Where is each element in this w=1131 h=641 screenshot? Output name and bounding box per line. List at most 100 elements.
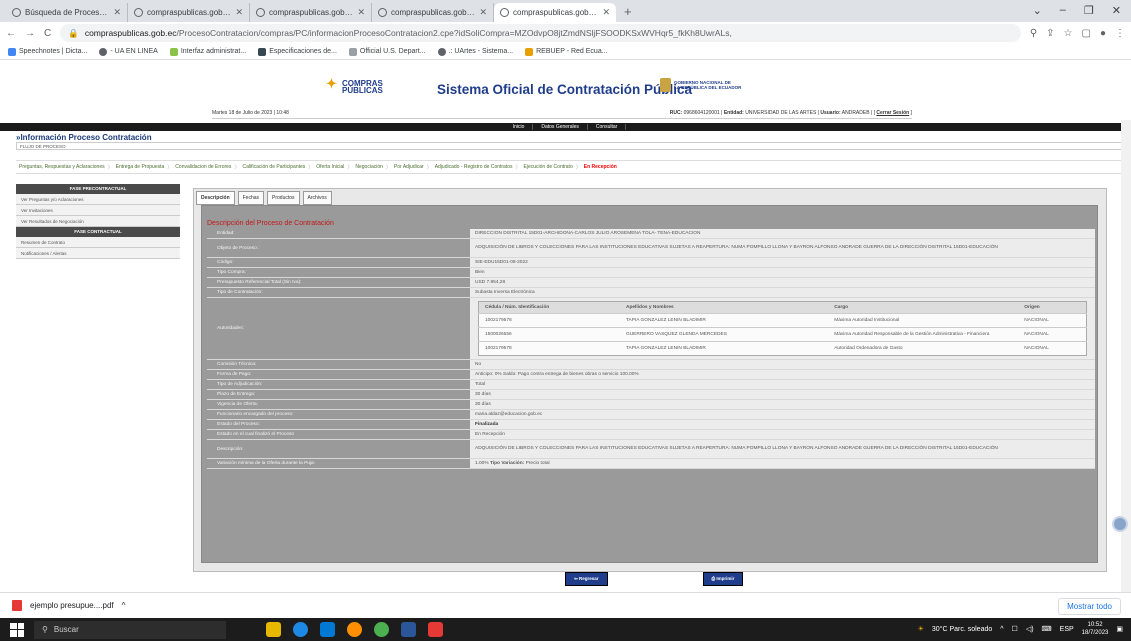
taskbar-search[interactable]: ⚲ Buscar xyxy=(34,620,226,639)
browser-tab[interactable]: compraspublicas.gob.ec/Proces ✕ xyxy=(128,3,250,22)
chevron-up-icon[interactable]: ^ xyxy=(122,601,126,610)
field-value: Finalizada xyxy=(470,420,1095,429)
language-indicator[interactable]: ESP xyxy=(1060,626,1074,633)
field-label: Tipo Compra: xyxy=(217,270,246,275)
close-icon[interactable]: ✕ xyxy=(235,7,243,18)
bookmark[interactable]: Especificaciones de... xyxy=(258,47,337,56)
table-cell: Máxima Autoridad Institucional xyxy=(828,313,1019,328)
sidepanel-icon[interactable]: ▢ xyxy=(1082,28,1091,39)
edge-icon[interactable] xyxy=(293,622,308,637)
content-area: Descripción Fechas Productos Archivos De… xyxy=(193,188,1107,572)
step[interactable]: Adjudicado - Registro de Contratos xyxy=(432,164,516,170)
clock-date: 18/7/2023 xyxy=(1081,630,1109,636)
new-tab-button[interactable]: + xyxy=(616,4,640,22)
sidebar-item[interactable]: Ver Invitaciones xyxy=(16,205,180,216)
acrobat-icon[interactable] xyxy=(428,622,443,637)
bookmark[interactable]: REBUEP - Red Ecua... xyxy=(525,47,608,56)
browser-tab[interactable]: compraspublicas.gob.ec/Proces ✕ xyxy=(372,3,494,22)
step[interactable]: Ejecución de Contrato xyxy=(521,164,576,170)
notifications-icon[interactable]: ▣ xyxy=(1116,625,1123,633)
tab-fechas[interactable]: Fechas xyxy=(237,191,265,205)
close-icon[interactable]: ✕ xyxy=(479,7,487,18)
print-button[interactable]: ⎙ Imprimir xyxy=(702,572,744,586)
globe-icon xyxy=(437,47,446,56)
clock[interactable]: 10:52 18/7/2023 xyxy=(1082,621,1109,637)
bookmark[interactable]: - UA EN LINEA xyxy=(99,47,158,56)
field-row: Vigencia de Oferta: 30 días xyxy=(207,400,1095,410)
close-icon[interactable]: ✕ xyxy=(113,7,121,18)
tab-productos[interactable]: Productos xyxy=(267,191,300,205)
step[interactable]: Entrega de Propuesta xyxy=(113,164,168,170)
url-host: compraspublicas.gob.ec xyxy=(84,28,177,38)
weather-icon[interactable]: ☀ xyxy=(918,625,924,633)
file-explorer-icon[interactable] xyxy=(266,622,281,637)
zoom-icon[interactable]: ⚲ xyxy=(1030,28,1037,39)
download-file[interactable]: ejemplo presupue....pdf xyxy=(30,601,114,610)
minimize-icon[interactable]: – xyxy=(1060,4,1066,17)
outlook-icon[interactable] xyxy=(320,622,335,637)
table-cell: NACIONAL xyxy=(1018,327,1087,342)
step-current[interactable]: En Recepción xyxy=(581,164,620,170)
step[interactable]: Preguntas, Respuestas y Aclaraciones xyxy=(16,164,108,170)
step[interactable]: Por Adjudicar xyxy=(391,164,427,170)
tab-label: compraspublicas.gob.ec/Proces xyxy=(269,8,353,17)
back-button[interactable]: ⇦ Regresar xyxy=(565,572,608,586)
chrome-icon[interactable] xyxy=(374,622,389,637)
globe-icon xyxy=(256,8,265,17)
table-cell: TAPIA GONZALEZ LENIN BLADIMIR xyxy=(619,341,829,356)
field-row: Funcionario encargado del proceso: maria.… xyxy=(207,410,1095,420)
lock-icon[interactable]: 🔒 xyxy=(68,28,79,39)
word-icon[interactable] xyxy=(401,622,416,637)
step[interactable]: Calificación de Participantes xyxy=(239,164,308,170)
step[interactable]: Oferta Inicial xyxy=(313,164,347,170)
weather-text[interactable]: 30°C Parc. soleado xyxy=(932,626,992,633)
bookmark[interactable]: .: UArtes - Sistema... xyxy=(437,47,513,56)
download-bar: ejemplo presupue....pdf ^ Mostrar todo xyxy=(0,592,1131,618)
share-icon[interactable]: ⇪ xyxy=(1046,28,1054,39)
firefox-icon[interactable] xyxy=(347,622,362,637)
step[interactable]: Negociación xyxy=(352,164,386,170)
logout-link[interactable]: Cerrar Sesión xyxy=(876,110,909,116)
browser-tab[interactable]: compraspublicas.gob.ec/Proces ✕ xyxy=(250,3,372,22)
tab-descripcion[interactable]: Descripción xyxy=(196,191,235,205)
menu-consultar[interactable]: Consultar xyxy=(588,124,627,130)
url-bar[interactable]: 🔒 compraspublicas.gob.ec/ProcesoContrata… xyxy=(60,24,1021,42)
bookmark[interactable]: Interfaz administrat... xyxy=(169,47,246,56)
maximize-icon[interactable]: ❐ xyxy=(1084,4,1094,17)
globe-icon xyxy=(12,8,21,17)
close-icon[interactable]: ✕ xyxy=(602,7,610,18)
network-icon[interactable]: ☐ xyxy=(1012,625,1018,633)
close-window-icon[interactable]: ✕ xyxy=(1112,4,1121,17)
menu-icon[interactable]: ⋮ xyxy=(1115,28,1125,39)
browser-tab-active[interactable]: compraspublicas.gob.ec/Proces ✕ xyxy=(494,3,616,22)
field-label: Tipo de Contratación: xyxy=(217,290,263,295)
field-row: Tipo de Contratación: Subasta Inversa Ele… xyxy=(207,288,1095,298)
sidebar-item[interactable]: Ver Resultados de Negociación xyxy=(16,216,180,227)
sidebar-item[interactable]: Notificaciones / Alertas xyxy=(16,248,180,259)
star-icon[interactable]: ☆ xyxy=(1064,28,1073,39)
bookmark-label: REBUEP - Red Ecua... xyxy=(536,48,608,55)
tab-archivos[interactable]: Archivos xyxy=(302,191,332,205)
close-icon[interactable]: ✕ xyxy=(357,7,365,18)
menu-inicio[interactable]: Inicio xyxy=(505,124,534,130)
back-icon[interactable]: ← xyxy=(6,28,16,39)
tray-chevron-icon[interactable]: ^ xyxy=(1000,626,1003,633)
step[interactable]: Convalidacion de Errores xyxy=(172,164,234,170)
windows-start-icon[interactable] xyxy=(10,622,24,637)
bookmark[interactable]: Official U.S. Depart... xyxy=(348,47,426,56)
field-row: Código: SIE-EDU15D01-08-2022 xyxy=(207,258,1095,268)
keyboard-icon[interactable]: ⌨ xyxy=(1042,625,1052,633)
field-row: Presupuesto Referencial Total (Sin Iva):… xyxy=(207,278,1095,288)
tab-search-icon[interactable]: ⌄ xyxy=(1033,4,1042,17)
volume-icon[interactable]: ◁) xyxy=(1026,625,1034,633)
sidebar-item[interactable]: Resumen de Contrato xyxy=(16,237,180,248)
floating-assistant-icon[interactable] xyxy=(1112,516,1128,532)
profile-icon[interactable]: ● xyxy=(1100,28,1106,39)
browser-tab[interactable]: Búsqueda de Procesos de Contrat ✕ xyxy=(6,3,128,22)
sidebar-item[interactable]: Ver Preguntas y/o Aclaraciones xyxy=(16,194,180,205)
show-all-button[interactable]: Mostrar todo xyxy=(1058,598,1121,615)
reload-icon[interactable]: C xyxy=(44,28,51,39)
bookmark[interactable]: Speechnotes | Dicta... xyxy=(8,47,87,56)
forward-icon[interactable]: → xyxy=(25,28,35,39)
menu-datos-generales[interactable]: Datos Generales xyxy=(533,124,588,130)
